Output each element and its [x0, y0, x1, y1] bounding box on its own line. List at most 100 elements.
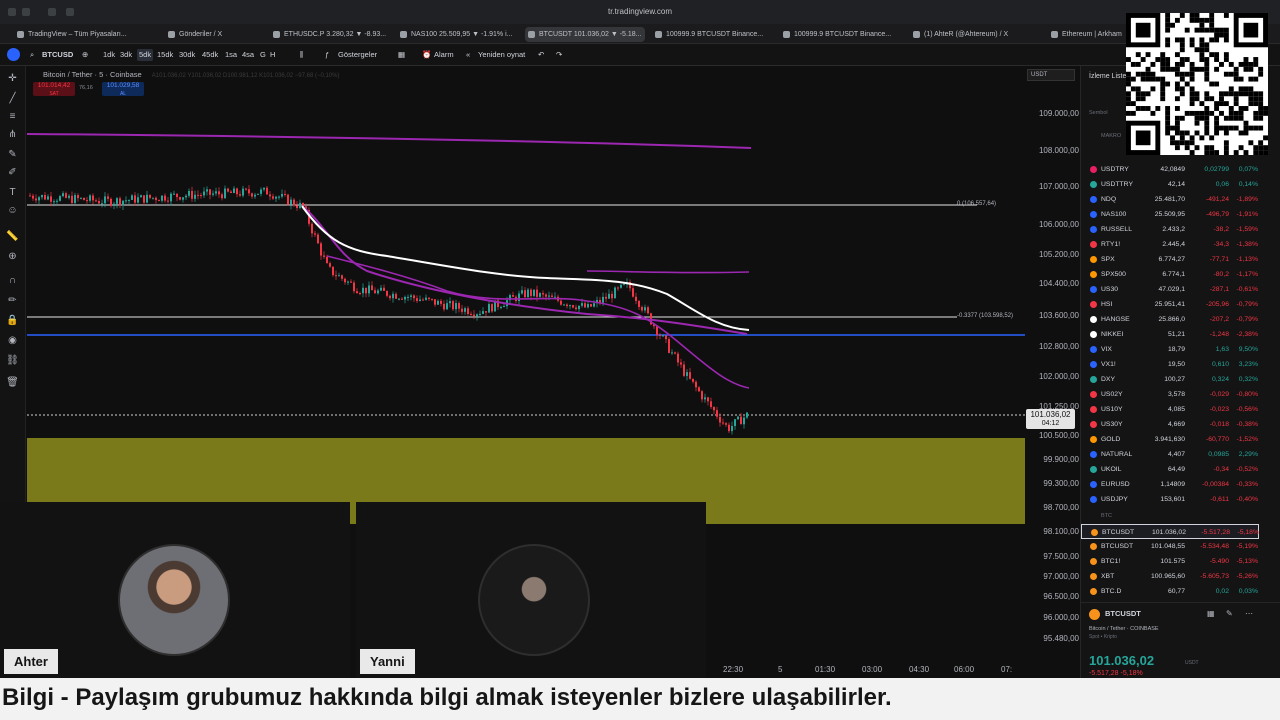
- watchlist-row[interactable]: USDJPY 153,601 -0,611 -0,40%: [1081, 492, 1259, 507]
- lock-icon[interactable]: 🔒: [6, 316, 19, 326]
- watchlist-row[interactable]: NIKKEI 51,21 -1,248 -2,38%: [1081, 327, 1259, 342]
- link-icon[interactable]: ⛓: [6, 356, 19, 366]
- emoji-icon[interactable]: ☺: [6, 206, 19, 216]
- watchlist-row[interactable]: HANGSE 25.866,0 -207,2 -0,79%: [1081, 312, 1259, 327]
- profile-avatar[interactable]: [7, 48, 20, 61]
- watchlist-row[interactable]: BTC1! 101.575 -5.490 -5,13%: [1081, 554, 1259, 569]
- symbol-search[interactable]: BTCUSD: [42, 49, 73, 61]
- trendline-icon[interactable]: ╱: [6, 94, 19, 104]
- watchlist-row[interactable]: SPX 6.774,27 -77,71 -1,13%: [1081, 252, 1259, 267]
- indicators-button[interactable]: Göstergeler: [338, 49, 377, 61]
- percent-change: -5,18%: [1237, 529, 1259, 536]
- address-bar[interactable]: tr.tradingview.com: [0, 7, 1280, 16]
- replay-button[interactable]: Yeniden oynat: [478, 49, 525, 61]
- search-icon[interactable]: ⌕: [30, 49, 34, 61]
- undo-icon[interactable]: ↶: [538, 49, 544, 61]
- interval-4h[interactable]: 4sa: [242, 49, 254, 61]
- pencil-icon[interactable]: ✐: [6, 168, 19, 178]
- watchlist-row[interactable]: USDTRY 42,0849 0,02799 0,07%: [1081, 162, 1259, 177]
- section-btc[interactable]: BTC: [1101, 513, 1112, 519]
- qr-module: [1184, 71, 1190, 77]
- watchlist-row[interactable]: BTC.D 60,77 0,02 0,03%: [1081, 584, 1259, 599]
- section-makro[interactable]: MAKRO: [1101, 133, 1121, 139]
- watchlist-row[interactable]: BTCUSDT 101.036,02 -5.517,28 -5,18%: [1081, 524, 1259, 539]
- alarm-button[interactable]: Alarm: [434, 49, 454, 61]
- qr-module: [1189, 110, 1195, 116]
- watchlist-row[interactable]: UKOIL 64,49 -0,34 -0,52%: [1081, 462, 1259, 477]
- currency-select[interactable]: USDT: [1027, 69, 1075, 81]
- interval-45m[interactable]: 45dk: [202, 49, 218, 61]
- watchlist-row[interactable]: US30Y 4,669 -0,018 -0,38%: [1081, 417, 1259, 432]
- watchlist-row[interactable]: RTY1! 2.445,4 -34,3 -1,38%: [1081, 237, 1259, 252]
- brush-icon[interactable]: ✎: [6, 150, 19, 160]
- browser-tab[interactable]: 100999.9 BTCUSDT Binance...: [652, 27, 772, 42]
- ruler-icon[interactable]: 📏: [6, 232, 19, 242]
- detail-symbol[interactable]: BTCUSDT: [1105, 609, 1141, 618]
- lines-icon[interactable]: ≡: [6, 112, 19, 122]
- browser-tab[interactable]: TradingView – Tüm Piyasaları...: [14, 27, 154, 42]
- percent-change: -0,79%: [1236, 301, 1258, 308]
- interval-5m[interactable]: 5dk: [137, 49, 154, 61]
- text-icon[interactable]: T: [6, 188, 19, 198]
- browser-tab[interactable]: (1) AhteR (@Ahtereum) / X: [910, 27, 1030, 42]
- more-icon[interactable]: ⋯: [1245, 609, 1253, 618]
- watchlist-row[interactable]: VIX 18,79 1,63 9,50%: [1081, 342, 1259, 357]
- x-icon: [913, 31, 920, 38]
- magnet-icon[interactable]: ∩: [6, 276, 19, 286]
- qr-module: [1209, 13, 1215, 18]
- sell-button[interactable]: 101.014,42 SAT: [33, 82, 75, 97]
- pitchfork-icon[interactable]: ⋔: [6, 130, 19, 140]
- interval-1m[interactable]: 1dk: [103, 49, 115, 61]
- bar-countdown: 04:12: [1041, 420, 1060, 427]
- interval-3m[interactable]: 3dk: [120, 49, 132, 61]
- interval-1h[interactable]: 1sa: [225, 49, 237, 61]
- interval-week[interactable]: H: [270, 49, 275, 61]
- moving-average-fast: [326, 255, 750, 389]
- watchlist-row[interactable]: US02Y 3,578 -0,029 -0,80%: [1081, 387, 1259, 402]
- stay-drawing-icon[interactable]: ✏: [6, 296, 19, 306]
- buy-button[interactable]: 101.029,58 AL: [102, 82, 144, 97]
- browser-tab[interactable]: NAS100 25.509,95 ▼ -1.91% i...: [397, 27, 515, 42]
- browser-tab[interactable]: ETHUSDC.P 3.280,32 ▼ -8.93...: [270, 27, 390, 42]
- layouts-icon[interactable]: ▦: [398, 49, 405, 61]
- watchlist-row[interactable]: NAS100 25.509,95 -496,79 -1,91%: [1081, 207, 1259, 222]
- candle-body: [518, 293, 520, 302]
- watchlist-row[interactable]: VX1! 19,50 0,610 3,23%: [1081, 357, 1259, 372]
- compare-icon[interactable]: ⊕: [82, 49, 88, 61]
- watchlist-row[interactable]: GOLD 3.941,630 -60,770 -1,52%: [1081, 432, 1259, 447]
- chart-type-icon[interactable]: ⫼: [300, 49, 303, 61]
- interval-day[interactable]: G: [260, 49, 266, 61]
- watchlist-row[interactable]: SPX500 6.774,1 -80,2 -1,17%: [1081, 267, 1259, 282]
- trash-icon[interactable]: 🗑: [6, 378, 19, 388]
- watchlist-row[interactable]: BTCUSDT 101.048,55 -5.534,48 -5,19%: [1081, 539, 1259, 554]
- column-header-symbol[interactable]: Sembol: [1089, 110, 1108, 116]
- watchlist-row[interactable]: EURUSD 1,14809 -0,00384 -0,33%: [1081, 477, 1259, 492]
- watchlist-row[interactable]: USDTTRY 42,14 0,06 0,14%: [1081, 177, 1259, 192]
- qr-module: [1174, 106, 1180, 111]
- watchlist-row[interactable]: US10Y 4,085 -0,023 -0,56%: [1081, 402, 1259, 417]
- edit-icon[interactable]: ✎: [1226, 609, 1233, 618]
- watchlist-row[interactable]: XBT 100.965,60 -5.605,73 -5,26%: [1081, 569, 1259, 584]
- watchlist-row[interactable]: RUSSELL 2.433,2 -38,2 -1,59%: [1081, 222, 1259, 237]
- watchlist-row[interactable]: NATURAL 4,407 0,0985 2,29%: [1081, 447, 1259, 462]
- browser-tab[interactable]: Ethereum | Arkham: [1048, 27, 1128, 42]
- browser-tab-active[interactable]: BTCUSDT 101.036,02 ▼ -5.18...: [525, 27, 645, 42]
- interval-15m[interactable]: 15dk: [157, 49, 173, 61]
- qr-module: [1253, 145, 1259, 151]
- browser-tab[interactable]: Gönderiler / X: [165, 27, 265, 42]
- percent-change: -1,59%: [1236, 226, 1258, 233]
- candle-body: [362, 287, 364, 294]
- watchlist-row[interactable]: DXY 100,27 0,324 0,32%: [1081, 372, 1259, 387]
- candle-body: [203, 191, 205, 196]
- watchlist-row[interactable]: US30 47.029,1 -287,1 -0,61%: [1081, 282, 1259, 297]
- qr-module: [1228, 91, 1234, 97]
- crosshair-icon[interactable]: ✛: [6, 74, 19, 84]
- eye-icon[interactable]: ◉: [6, 336, 19, 346]
- grid-icon[interactable]: ▦: [1207, 609, 1215, 618]
- redo-icon[interactable]: ↷: [556, 49, 562, 61]
- zoom-icon[interactable]: ⊕: [6, 252, 19, 262]
- watchlist-row[interactable]: NDQ 25.481,70 -491,24 -1,89%: [1081, 192, 1259, 207]
- watchlist-row[interactable]: HSI 25.951,41 -205,96 -0,79%: [1081, 297, 1259, 312]
- interval-30m[interactable]: 30dk: [179, 49, 195, 61]
- browser-tab[interactable]: 100999.9 BTCUSDT Binance...: [780, 27, 900, 42]
